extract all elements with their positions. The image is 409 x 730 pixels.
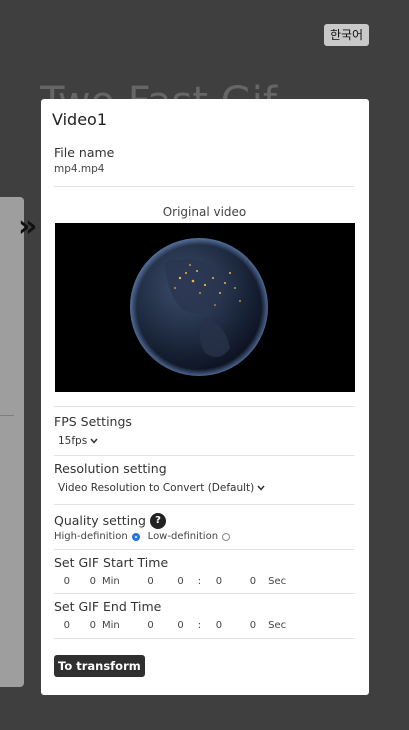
resolution-label: Resolution setting bbox=[54, 461, 167, 476]
end-time-section: Set GIF End Time 0 0 Min 0 0 : 0 0 Sec bbox=[54, 594, 355, 639]
start-sec-d[interactable]: 0 bbox=[222, 576, 256, 587]
start-time-label: Set GIF Start Time bbox=[54, 555, 169, 570]
start-time-section: Set GIF Start Time 0 0 Min 0 0 : 0 0 Sec bbox=[54, 550, 355, 594]
end-min-tens[interactable]: 0 bbox=[54, 620, 70, 631]
start-time-inputs: 0 0 Min 0 0 : 0 0 Sec bbox=[54, 574, 355, 588]
start-sec-b[interactable]: 0 bbox=[154, 576, 183, 587]
quality-header: Quality setting? bbox=[54, 510, 355, 529]
resolution-dropdown[interactable]: Video Resolution to Convert (Default) bbox=[58, 482, 265, 494]
start-sec-a[interactable]: 0 bbox=[120, 576, 153, 587]
start-sec-c[interactable]: 0 bbox=[201, 576, 222, 587]
start-min-unit: Min bbox=[102, 575, 120, 587]
end-sec-unit: Sec bbox=[268, 619, 287, 631]
fps-settings-section: FPS Settings 15fps bbox=[54, 406, 355, 456]
end-min-ones[interactable]: 0 bbox=[70, 620, 96, 631]
quality-section: Quality setting? High-definition Low-def… bbox=[54, 505, 355, 550]
original-video-label: Original video bbox=[162, 205, 247, 219]
resolution-selected-value: Video Resolution to Convert (Default) bbox=[58, 482, 255, 494]
radio-high-definition[interactable] bbox=[131, 532, 140, 541]
end-time-label: Set GIF End Time bbox=[54, 599, 162, 614]
language-toggle-button[interactable]: 한국어 bbox=[324, 24, 369, 46]
end-sec-b[interactable]: 0 bbox=[154, 620, 183, 631]
quality-options: High-definition Low-definition bbox=[54, 531, 355, 542]
fps-selected-value: 15fps bbox=[58, 435, 88, 447]
help-icon[interactable]: ? bbox=[149, 512, 166, 529]
chevron-down-icon bbox=[90, 438, 98, 444]
file-name-value: mp4.mp4 bbox=[54, 163, 105, 175]
radio-label-low: Low-definition bbox=[147, 531, 219, 542]
fps-dropdown[interactable]: 15fps bbox=[58, 435, 98, 447]
end-min-unit: Min bbox=[102, 619, 120, 631]
start-min-tens[interactable]: 0 bbox=[54, 576, 70, 587]
start-sec-unit: Sec bbox=[268, 575, 287, 587]
modal-title: Video1 bbox=[52, 110, 108, 129]
expand-chevrons-icon[interactable]: » bbox=[18, 212, 37, 242]
end-sec-d[interactable]: 0 bbox=[222, 620, 256, 631]
radio-label-high: High-definition bbox=[54, 531, 128, 542]
start-min-ones[interactable]: 0 bbox=[70, 576, 96, 587]
radio-low-definition[interactable] bbox=[222, 532, 231, 541]
fps-settings-label: FPS Settings bbox=[54, 414, 132, 429]
transform-button[interactable]: To transform bbox=[54, 655, 145, 677]
file-name-section: File name mp4.mp4 bbox=[54, 145, 355, 187]
quality-label: Quality setting bbox=[54, 513, 146, 528]
end-sec-c[interactable]: 0 bbox=[201, 620, 222, 631]
file-name-label: File name bbox=[54, 145, 115, 160]
end-sec-a[interactable]: 0 bbox=[120, 620, 153, 631]
original-video-player[interactable] bbox=[55, 223, 355, 392]
background-side-panel bbox=[0, 197, 24, 687]
earth-video-frame bbox=[55, 223, 355, 392]
resolution-section: Resolution setting Video Resolution to C… bbox=[54, 456, 355, 505]
video-settings-modal: Video1 File name mp4.mp4 Original video bbox=[41, 99, 369, 695]
chevron-down-icon bbox=[257, 485, 265, 491]
background-divider bbox=[0, 415, 14, 416]
end-time-inputs: 0 0 Min 0 0 : 0 0 Sec bbox=[54, 618, 355, 632]
